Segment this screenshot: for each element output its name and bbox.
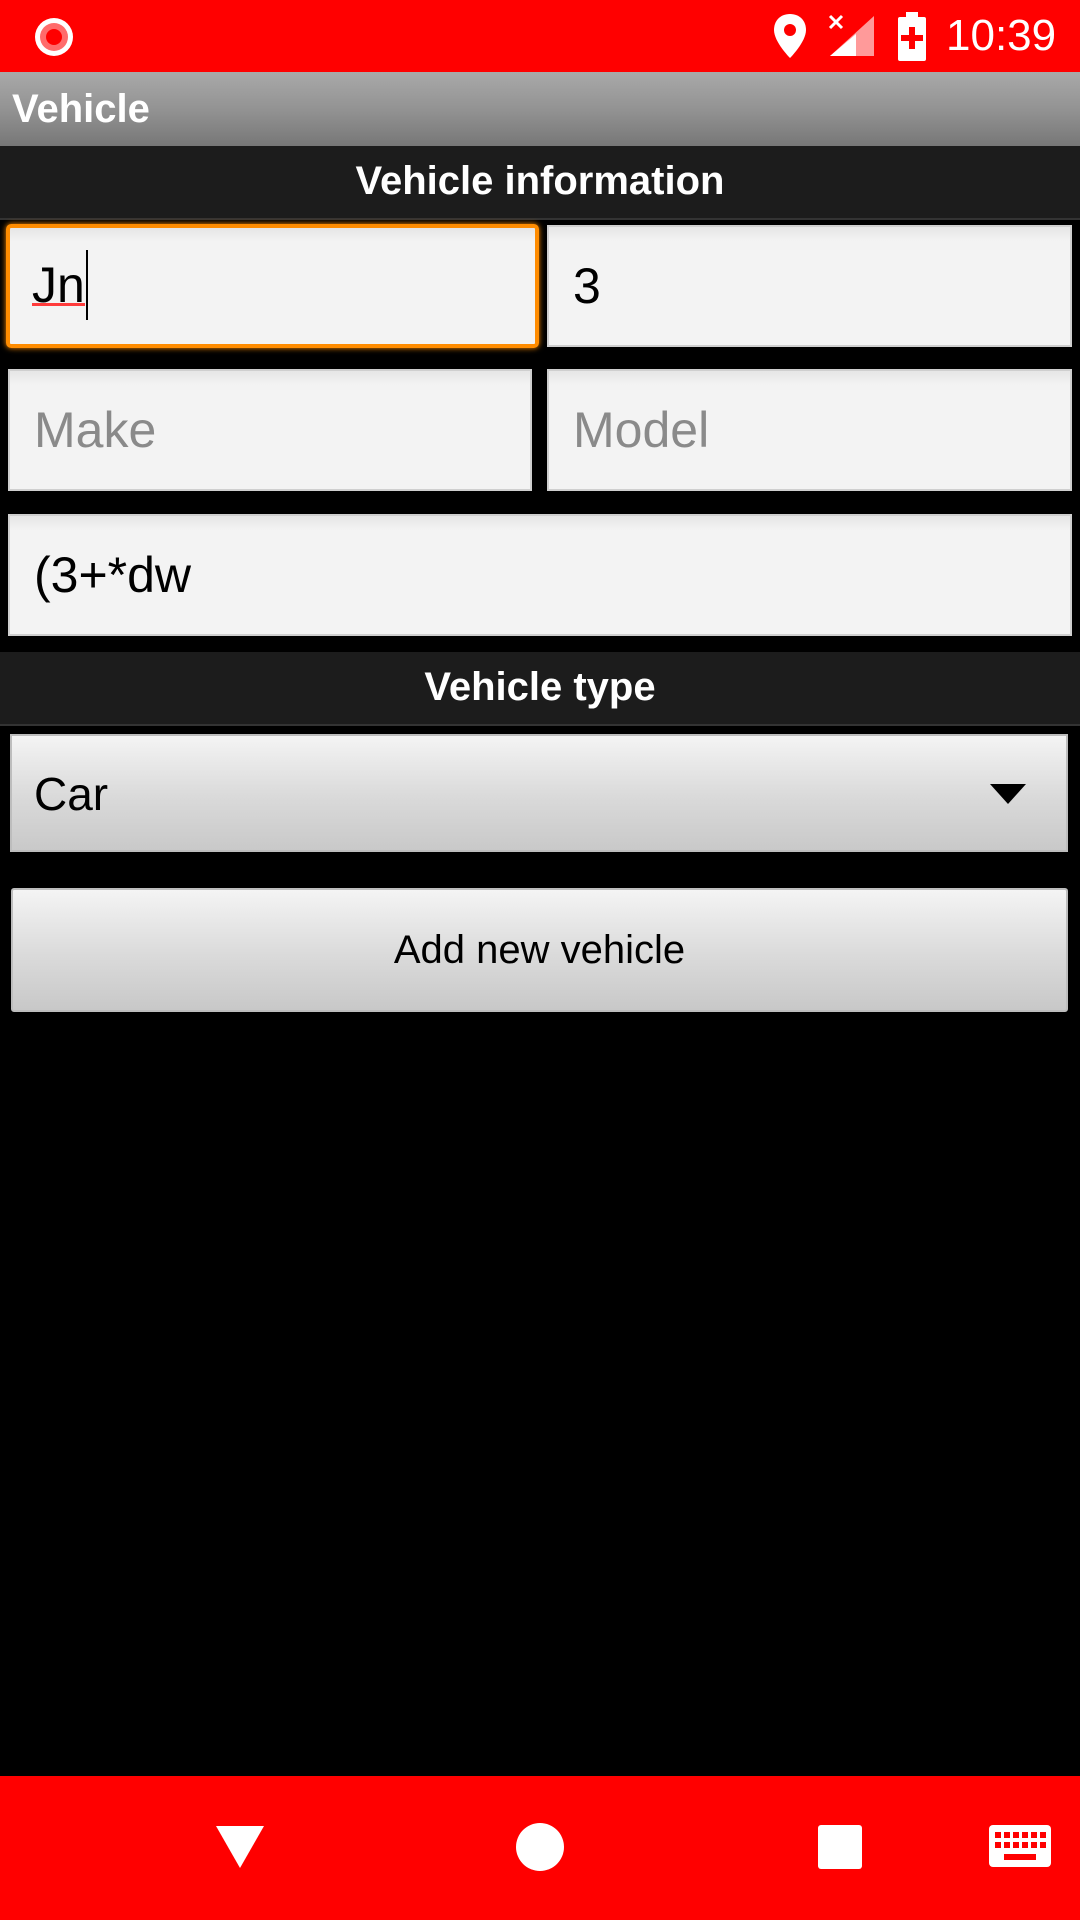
dropdown-arrow-icon xyxy=(990,784,1026,804)
section-header-vehicle-information: Vehicle information xyxy=(0,146,1080,220)
field-2-value: 3 xyxy=(573,258,601,314)
screen: 10:39 Vehicle Vehicle information Jn 3 M… xyxy=(0,0,1080,1920)
record-icon xyxy=(35,18,73,56)
vehicle-type-selected: Car xyxy=(34,768,109,820)
action-bar: Vehicle xyxy=(0,72,1080,146)
signal-no-data-icon xyxy=(828,14,874,56)
field-1-input[interactable]: Jn xyxy=(6,224,539,348)
battery-charging-icon xyxy=(898,12,926,61)
navigation-bar xyxy=(0,1776,1080,1920)
back-icon[interactable] xyxy=(214,1824,266,1870)
field-5-value: (3+*dw xyxy=(34,547,192,603)
location-icon xyxy=(774,14,806,58)
spellcheck-underline xyxy=(32,303,85,306)
model-placeholder: Model xyxy=(573,402,710,458)
field-2-input[interactable]: 3 xyxy=(547,225,1072,347)
make-input[interactable]: Make xyxy=(8,369,532,491)
text-cursor xyxy=(85,249,88,320)
vehicle-type-spinner[interactable]: Car xyxy=(10,734,1068,852)
field-5-input[interactable]: (3+*dw xyxy=(8,514,1072,636)
model-input[interactable]: Model xyxy=(547,369,1072,491)
add-new-vehicle-button[interactable]: Add new vehicle xyxy=(11,888,1068,1012)
status-time: 10:39 xyxy=(946,11,1057,60)
home-icon[interactable] xyxy=(515,1822,565,1872)
field-1-value-wrapper: Jn xyxy=(32,228,85,342)
make-placeholder: Make xyxy=(34,402,157,458)
recents-icon[interactable] xyxy=(817,1824,863,1870)
status-bar: 10:39 xyxy=(0,0,1080,72)
app-title: Vehicle xyxy=(12,87,150,131)
keyboard-icon[interactable] xyxy=(988,1824,1052,1868)
section-header-vehicle-type: Vehicle type xyxy=(0,652,1080,726)
